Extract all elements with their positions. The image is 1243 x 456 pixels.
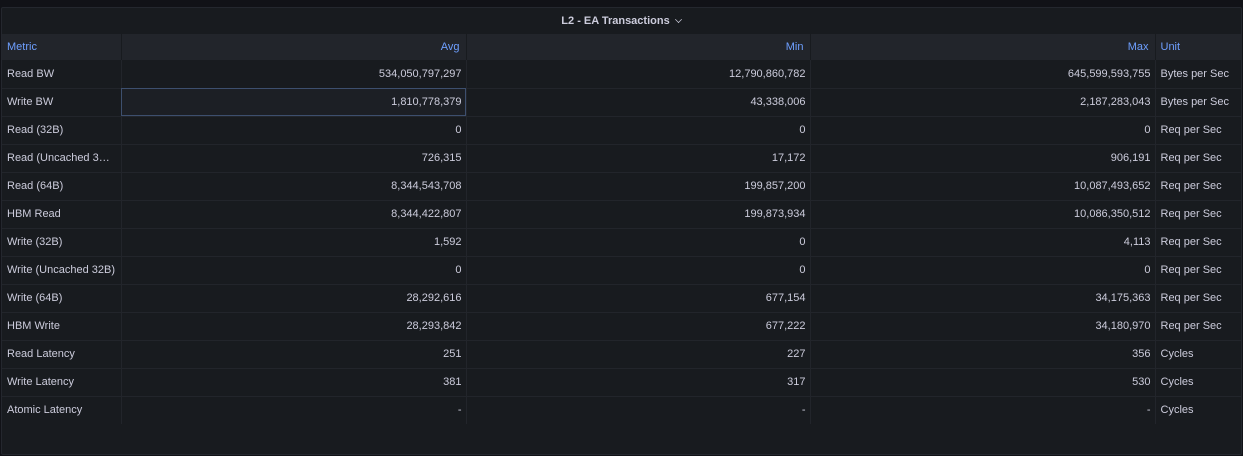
min-cell[interactable]: - [466,396,811,424]
min-cell[interactable]: 677,222 [466,312,811,341]
unit-cell[interactable]: Cycles [1155,396,1241,424]
table-row: Atomic Latency - - - Cycles [2,396,1241,424]
table-row: Read (Uncached 32B) 726,315 17,172 906,191 R… [2,144,1241,173]
panel-header[interactable]: L2 - EA Transactions [2,8,1241,34]
table-row: Read (64B) 8,344,543,708 199,857,200 10,087… [2,172,1241,201]
min-cell[interactable]: 199,873,934 [466,200,811,229]
unit-cell[interactable]: Req per Sec [1155,144,1241,173]
metric-cell[interactable]: Atomic Latency [2,396,122,424]
metric-cell[interactable]: Write Latency [2,368,122,397]
metric-cell[interactable]: Write (Uncached 32B) [2,256,122,285]
metric-cell[interactable]: Read (32B) [2,116,122,145]
unit-cell[interactable]: Cycles [1155,340,1241,369]
avg-cell[interactable]: 726,315 [121,144,467,173]
metric-cell[interactable]: Read Latency [2,340,122,369]
min-cell[interactable]: 677,154 [466,284,811,313]
metric-cell[interactable]: Read BW [2,60,122,89]
column-header-unit[interactable]: Unit [1155,34,1241,60]
table-row: HBM Read 8,344,422,807 199,873,934 10,086,3… [2,200,1241,229]
metric-cell[interactable]: Write (64B) [2,284,122,313]
table-row: Write Latency 381 317 530 Cycles [2,368,1241,397]
unit-cell[interactable]: Req per Sec [1155,256,1241,285]
unit-cell[interactable]: Req per Sec [1155,200,1241,229]
max-cell[interactable]: 645,599,593,755 [810,60,1156,89]
avg-cell[interactable]: 0 [121,116,467,145]
min-cell[interactable]: 0 [466,116,811,145]
metric-cell[interactable]: Write (32B) [2,228,122,257]
table-row: Read Latency 251 227 356 Cycles [2,340,1241,369]
table-body: Read BW 534,050,797,297 12,790,860,782 645,… [2,60,1241,424]
unit-cell[interactable]: Cycles [1155,368,1241,397]
min-cell[interactable]: 17,172 [466,144,811,173]
table-header-row: Metric Avg Min Max Unit [2,34,1241,60]
avg-cell[interactable]: 1,592 [121,228,467,257]
unit-cell[interactable]: Req per Sec [1155,228,1241,257]
avg-cell[interactable]: 28,293,842 [121,312,467,341]
avg-cell[interactable]: 251 [121,340,467,369]
avg-cell[interactable]: 28,292,616 [121,284,467,313]
max-cell[interactable]: 34,175,363 [810,284,1156,313]
table-panel: L2 - EA Transactions Metric Avg Min Max … [1,7,1242,455]
metric-cell[interactable]: HBM Read [2,200,122,229]
chevron-down-icon [674,16,682,23]
avg-cell[interactable]: 0 [121,256,467,285]
table-row: Write (32B) 1,592 0 4,113 Req per Sec [2,228,1241,257]
max-cell[interactable]: 356 [810,340,1156,369]
column-header-max[interactable]: Max [810,34,1156,60]
table-row: Write BW 1,810,778,379 43,338,006 2,187,283… [2,88,1241,117]
max-cell[interactable]: 34,180,970 [810,312,1156,341]
avg-cell[interactable]: 1,810,778,379 [121,88,467,117]
min-cell[interactable]: 227 [466,340,811,369]
min-cell[interactable]: 12,790,860,782 [466,60,811,89]
min-cell[interactable]: 317 [466,368,811,397]
table-row: Write (64B) 28,292,616 677,154 34,175,363 Re… [2,284,1241,313]
table-row: HBM Write 28,293,842 677,222 34,180,970 Req … [2,312,1241,341]
max-cell[interactable]: 2,187,283,043 [810,88,1156,117]
max-cell[interactable]: 906,191 [810,144,1156,173]
unit-cell[interactable]: Req per Sec [1155,116,1241,145]
unit-cell[interactable]: Bytes per Sec [1155,88,1241,117]
max-cell[interactable]: - [810,396,1156,424]
avg-cell[interactable]: 8,344,422,807 [121,200,467,229]
column-header-avg[interactable]: Avg [121,34,467,60]
unit-cell[interactable]: Bytes per Sec [1155,60,1241,89]
unit-cell[interactable]: Req per Sec [1155,172,1241,201]
max-cell[interactable]: 10,087,493,652 [810,172,1156,201]
metric-cell[interactable]: HBM Write [2,312,122,341]
column-header-metric[interactable]: Metric [2,34,122,60]
max-cell[interactable]: 530 [810,368,1156,397]
min-cell[interactable]: 43,338,006 [466,88,811,117]
avg-cell[interactable]: 381 [121,368,467,397]
avg-cell[interactable]: 8,344,543,708 [121,172,467,201]
metric-cell[interactable]: Read (64B) [2,172,122,201]
column-header-min[interactable]: Min [466,34,811,60]
panel-title-menu[interactable]: L2 - EA Transactions [561,15,682,27]
min-cell[interactable]: 0 [466,228,811,257]
max-cell[interactable]: 10,086,350,512 [810,200,1156,229]
table-row: Read (32B) 0 0 0 Req per Sec [2,116,1241,145]
table-row: Read BW 534,050,797,297 12,790,860,782 645,… [2,60,1241,89]
max-cell[interactable]: 4,113 [810,228,1156,257]
min-cell[interactable]: 199,857,200 [466,172,811,201]
avg-cell[interactable]: 534,050,797,297 [121,60,467,89]
unit-cell[interactable]: Req per Sec [1155,312,1241,341]
metrics-table: Metric Avg Min Max Unit Read BW 534,050,7… [2,34,1241,424]
max-cell[interactable]: 0 [810,116,1156,145]
unit-cell[interactable]: Req per Sec [1155,284,1241,313]
metric-cell[interactable]: Write BW [2,88,122,117]
metric-cell[interactable]: Read (Uncached 32B) [2,144,122,173]
min-cell[interactable]: 0 [466,256,811,285]
max-cell[interactable]: 0 [810,256,1156,285]
avg-cell[interactable]: - [121,396,467,424]
panel-title: L2 - EA Transactions [561,15,670,27]
table-row: Write (Uncached 32B) 0 0 0 Req per Sec [2,256,1241,285]
